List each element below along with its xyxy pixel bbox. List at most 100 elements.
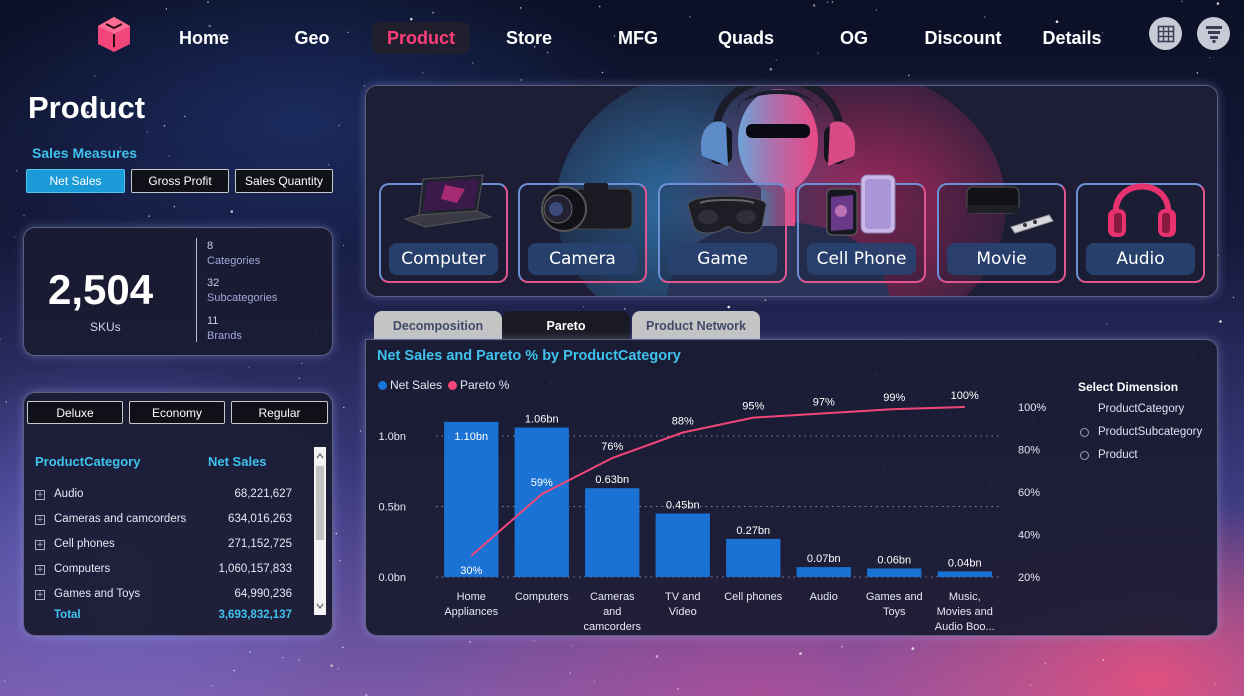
dimension-option-product[interactable]: Product — [1080, 449, 1138, 461]
economy-button[interactable]: Economy — [129, 401, 225, 424]
gross-profit-button[interactable]: Gross Profit — [131, 169, 229, 193]
star — [764, 299, 766, 301]
star — [469, 641, 471, 643]
star — [339, 559, 341, 562]
nav-home[interactable]: Home — [166, 22, 242, 54]
star — [3, 680, 6, 682]
star — [249, 651, 251, 653]
star — [337, 667, 339, 670]
deluxe-button[interactable]: Deluxe — [27, 401, 123, 424]
star — [173, 206, 176, 208]
header-productcategory[interactable]: ProductCategory — [35, 454, 140, 469]
star — [533, 640, 535, 642]
filter-funnel-icon — [1205, 25, 1222, 43]
bar[interactable] — [726, 538, 781, 577]
filter-button[interactable] — [1197, 17, 1230, 50]
expand-icon[interactable]: + — [35, 590, 45, 600]
regular-button[interactable]: Regular — [231, 401, 328, 424]
expand-icon[interactable]: + — [35, 565, 45, 575]
tile-movie[interactable]: Movie — [937, 183, 1066, 283]
table-row-label: Cell phones — [54, 538, 115, 550]
laptop-icon — [403, 174, 493, 228]
star — [168, 155, 170, 157]
dimension-option-productsubcategory[interactable]: ProductSubcategory — [1080, 426, 1202, 438]
nav-mfg[interactable]: MFG — [608, 22, 668, 54]
tab-product-network[interactable]: Product Network — [632, 311, 760, 341]
tile-game[interactable]: Game — [658, 183, 787, 283]
star — [248, 366, 250, 368]
table-view-button[interactable] — [1149, 17, 1182, 50]
total-label: Total — [54, 609, 81, 621]
tab-decomposition[interactable]: Decomposition — [374, 311, 502, 341]
brands-count: 11 — [207, 315, 219, 327]
bar[interactable] — [514, 427, 569, 578]
tile-label: Movie — [947, 243, 1056, 275]
expand-icon[interactable]: + — [35, 490, 45, 500]
star — [677, 688, 679, 690]
tile-computer[interactable]: Computer — [379, 174, 508, 283]
star — [593, 680, 596, 683]
dimension-option-productcategory[interactable]: ProductCategory — [1080, 403, 1184, 415]
star — [163, 125, 166, 127]
total-value: 3,693,832,137 — [218, 609, 292, 621]
subcategories-label: Subcategories — [207, 292, 278, 304]
bar[interactable] — [937, 571, 992, 577]
header-net-sales[interactable]: Net Sales — [208, 454, 267, 469]
scroll-thumb[interactable] — [316, 466, 324, 540]
star — [342, 244, 345, 247]
tile-camera[interactable]: Camera — [518, 183, 647, 283]
bar[interactable] — [867, 568, 922, 578]
nav-og[interactable]: OG — [828, 22, 880, 54]
star — [148, 215, 150, 217]
subcategories-count: 32 — [207, 277, 220, 289]
categories-count: 8 — [207, 240, 214, 252]
star — [799, 652, 802, 655]
table-row-value: 634,016,263 — [228, 513, 292, 525]
phone-icon — [826, 174, 896, 236]
star — [230, 210, 234, 213]
star — [727, 305, 730, 309]
table-row-label: Audio — [54, 488, 84, 500]
bar[interactable] — [444, 421, 499, 577]
legend-net-sales[interactable]: Net Sales — [378, 378, 442, 392]
table-row-label: Games and Toys — [54, 588, 141, 600]
scroll-up-icon[interactable] — [314, 449, 326, 463]
star — [327, 164, 330, 166]
legend-label: Net Sales — [390, 378, 443, 392]
star — [655, 655, 659, 658]
tile-label: Game — [668, 243, 777, 275]
kpi-divider — [196, 238, 197, 342]
nav-product[interactable]: Product — [372, 22, 470, 54]
option-label: Product — [1098, 449, 1138, 461]
tab-pareto[interactable]: Pareto — [502, 311, 630, 341]
sku-count: 2,504 — [48, 266, 154, 313]
pareto-legend-dot — [448, 380, 457, 390]
star — [520, 79, 522, 81]
star — [342, 646, 344, 649]
star — [5, 401, 8, 403]
nav-geo[interactable]: Geo — [282, 22, 342, 54]
tile-audio[interactable]: Audio — [1076, 183, 1205, 283]
bar[interactable] — [585, 488, 640, 577]
bar[interactable] — [655, 513, 710, 578]
nav-details[interactable]: Details — [1034, 22, 1110, 54]
star — [16, 170, 18, 172]
sales-quantity-button[interactable]: Sales Quantity — [235, 169, 333, 193]
star — [1219, 320, 1222, 323]
scroll-down-icon[interactable] — [314, 599, 326, 613]
chart-title: Net Sales and Pareto % by ProductCategor… — [377, 348, 681, 364]
bar[interactable] — [796, 567, 851, 577]
star — [343, 406, 345, 409]
nav-discount[interactable]: Discount — [918, 22, 1008, 54]
expand-icon[interactable]: + — [35, 540, 45, 550]
legend-pareto[interactable]: Pareto % — [448, 378, 509, 392]
nav-quads[interactable]: Quads — [708, 22, 784, 54]
nav-store[interactable]: Store — [496, 22, 562, 54]
tile-cell-phone[interactable]: Cell Phone — [797, 174, 926, 283]
grid-table-icon — [1157, 25, 1174, 42]
radio-icon — [1080, 427, 1089, 437]
tile-label: Cell Phone — [807, 243, 916, 275]
net-sales-button[interactable]: Net Sales — [26, 169, 125, 193]
expand-icon[interactable]: + — [35, 515, 45, 525]
sales-measures-title: Sales Measures — [32, 145, 138, 161]
